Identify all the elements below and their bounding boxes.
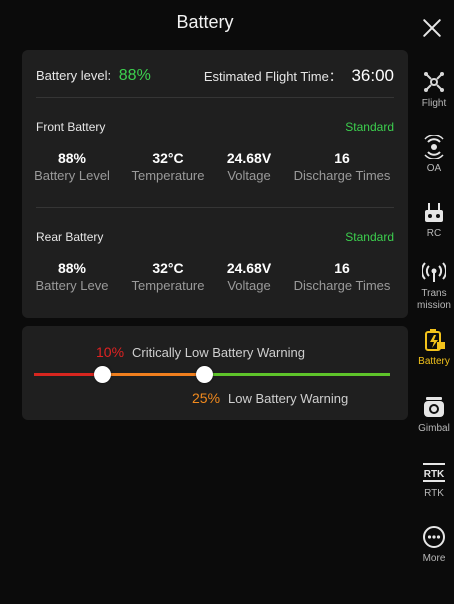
warning-threshold-slider[interactable] bbox=[34, 366, 390, 383]
metric-value: 88% bbox=[57, 260, 87, 276]
critical-threshold-handle[interactable] bbox=[94, 366, 111, 383]
remote-controller-icon bbox=[425, 203, 443, 222]
low-range-bar bbox=[102, 373, 204, 376]
drone-icon bbox=[424, 72, 444, 92]
critical-warning-text: Critically Low Battery Warning bbox=[132, 345, 305, 360]
page-title: Battery bbox=[176, 11, 234, 32]
divider bbox=[36, 207, 394, 208]
rear-temperature-metric: 32°C Temperature bbox=[122, 260, 214, 293]
sidebar-item-label: Flight bbox=[421, 98, 447, 109]
metric-label: Discharge Times bbox=[293, 168, 391, 183]
battery-warning-card: 10% Critically Low Battery Warning 25% Low… bbox=[22, 326, 408, 420]
front-battery-title: Front Battery bbox=[36, 120, 106, 134]
sidebar-item-label: Battery bbox=[418, 356, 450, 367]
battery-level-value: 88% bbox=[118, 67, 151, 84]
sidebar-item-oa[interactable]: OA bbox=[414, 135, 454, 175]
battery-summary: Battery level: 88% Estimated Flight Time… bbox=[36, 64, 394, 88]
metric-value: 16 bbox=[334, 260, 350, 276]
sidebar-item-label: RC bbox=[426, 228, 442, 239]
metric-label: Temperature bbox=[131, 278, 205, 293]
battery-info-card: Battery level: 88% Estimated Flight Time… bbox=[22, 50, 408, 318]
metric-value: 32°C bbox=[152, 150, 184, 166]
rear-battery-title: Rear Battery bbox=[36, 230, 104, 244]
metric-value: 16 bbox=[334, 150, 350, 166]
camera-icon bbox=[424, 397, 444, 417]
metric-value: 24.68V bbox=[226, 150, 272, 166]
critical-range-bar bbox=[34, 373, 102, 376]
sidebar-item-transmission[interactable]: Trans mission bbox=[414, 260, 454, 312]
critical-warning-label: 10% Critically Low Battery Warning bbox=[96, 344, 305, 360]
rear-discharge-metric: 16 Discharge Times bbox=[284, 260, 400, 293]
front-voltage-metric: 24.68V Voltage bbox=[214, 150, 284, 183]
low-warning-text: Low Battery Warning bbox=[228, 391, 349, 406]
normal-range-bar bbox=[204, 373, 390, 376]
signal-icon bbox=[422, 262, 446, 282]
metric-label: Battery Leve bbox=[35, 278, 109, 293]
front-battery-status: Standard bbox=[345, 120, 394, 134]
metric-value: 88% bbox=[57, 150, 87, 166]
metric-label: Discharge Times bbox=[293, 278, 391, 293]
front-level-metric: 88% Battery Level bbox=[22, 150, 122, 183]
sidebar-item-battery[interactable]: Battery bbox=[414, 328, 454, 368]
rear-level-metric: 88% Battery Leve bbox=[22, 260, 122, 293]
battery-icon bbox=[425, 329, 445, 351]
sidebar-item-label: Trans mission bbox=[417, 288, 451, 311]
svg-text:RTK: RTK bbox=[424, 469, 445, 480]
metric-value: 32°C bbox=[152, 260, 184, 276]
sidebar-item-label: More bbox=[422, 553, 446, 564]
sidebar-item-label: RTK bbox=[424, 488, 444, 499]
sidebar-item-label: OA bbox=[426, 163, 442, 174]
divider bbox=[36, 97, 394, 98]
radar-icon bbox=[424, 135, 444, 159]
front-temperature-metric: 32°C Temperature bbox=[122, 150, 214, 183]
rear-battery-status: Standard bbox=[345, 230, 394, 244]
rear-battery-section: Rear Battery Standard 88% Battery Leve 3… bbox=[22, 216, 408, 306]
close-icon[interactable] bbox=[422, 18, 442, 38]
low-warning-percent: 25% bbox=[192, 390, 221, 406]
metric-label: Temperature bbox=[131, 168, 205, 183]
low-threshold-handle[interactable] bbox=[196, 366, 213, 383]
front-discharge-metric: 16 Discharge Times bbox=[284, 150, 400, 183]
metric-label: Voltage bbox=[227, 168, 271, 183]
more-icon bbox=[423, 526, 445, 548]
critical-warning-percent: 10% bbox=[96, 344, 125, 360]
sidebar-item-rtk[interactable]: RTK RTK bbox=[414, 460, 454, 500]
low-warning-label: 25% Low Battery Warning bbox=[192, 390, 348, 406]
battery-level-label: Battery level: bbox=[36, 68, 112, 83]
metric-label: Voltage bbox=[227, 278, 271, 293]
front-battery-section: Front Battery Standard 88% Battery Level… bbox=[22, 106, 408, 196]
metric-value: 24.68V bbox=[226, 260, 272, 276]
sidebar-item-label: Gimbal bbox=[418, 423, 450, 434]
sidebar-item-more[interactable]: More bbox=[414, 525, 454, 565]
rear-voltage-metric: 24.68V Voltage bbox=[214, 260, 284, 293]
sidebar-item-rc[interactable]: RC bbox=[414, 200, 454, 240]
metric-label: Battery Level bbox=[34, 168, 110, 183]
flight-time-value: 36:00 bbox=[351, 66, 394, 85]
sidebar-item-flight[interactable]: Flight bbox=[414, 70, 454, 110]
sidebar-item-gimbal[interactable]: Gimbal bbox=[414, 395, 454, 435]
flight-time-label: Estimated Flight Time： bbox=[203, 69, 342, 84]
rtk-icon: RTK bbox=[423, 463, 445, 482]
